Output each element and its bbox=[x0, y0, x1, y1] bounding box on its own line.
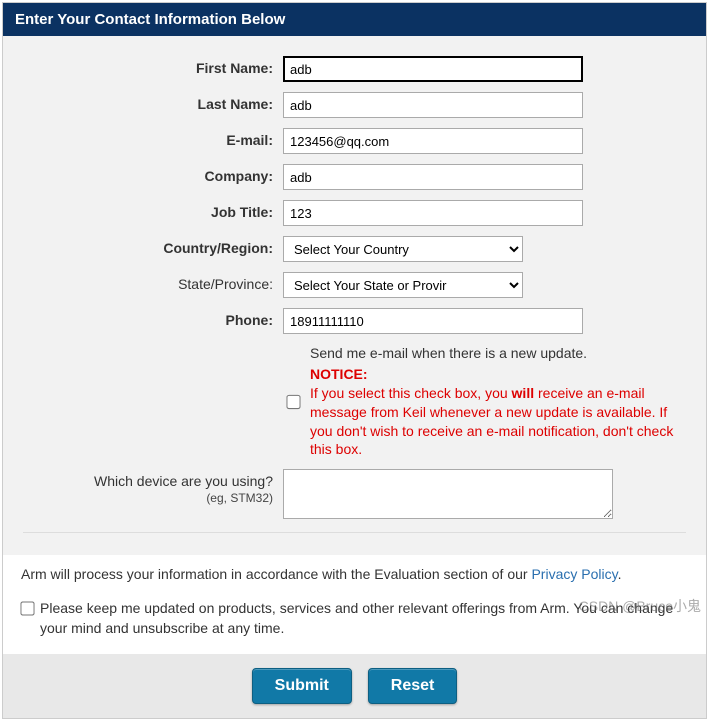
company-label: Company: bbox=[23, 164, 283, 184]
job-title-input[interactable] bbox=[283, 200, 583, 226]
email-update-label: Send me e-mail when there is a new updat… bbox=[310, 345, 587, 361]
first-name-label: First Name: bbox=[23, 56, 283, 76]
device-label: Which device are you using? (eg, STM32) bbox=[23, 469, 283, 505]
phone-label: Phone: bbox=[23, 308, 283, 328]
email-update-checkbox[interactable] bbox=[286, 343, 300, 462]
contact-form: First Name: Last Name: E-mail: Company: … bbox=[3, 36, 706, 555]
form-header: Enter Your Contact Information Below bbox=[3, 3, 706, 36]
notice-text: If you select this check box, you will r… bbox=[310, 384, 686, 460]
state-select[interactable]: Select Your State or Provir bbox=[283, 272, 523, 298]
email-input[interactable] bbox=[283, 128, 583, 154]
first-name-input[interactable] bbox=[283, 56, 583, 82]
submit-button[interactable]: Submit bbox=[252, 668, 352, 704]
reset-button[interactable]: Reset bbox=[368, 668, 458, 704]
company-input[interactable] bbox=[283, 164, 583, 190]
marketing-updates-checkbox[interactable] bbox=[20, 601, 34, 615]
marketing-updates-label: Please keep me updated on products, serv… bbox=[40, 599, 688, 638]
button-bar: Submit Reset bbox=[3, 654, 706, 718]
notice-heading: NOTICE: bbox=[310, 365, 686, 384]
privacy-policy-text: Arm will process your information in acc… bbox=[21, 565, 688, 585]
job-title-label: Job Title: bbox=[23, 200, 283, 220]
device-textarea[interactable] bbox=[283, 469, 613, 519]
privacy-policy-link[interactable]: Privacy Policy bbox=[531, 566, 617, 582]
country-label: Country/Region: bbox=[23, 236, 283, 256]
last-name-label: Last Name: bbox=[23, 92, 283, 112]
divider bbox=[23, 532, 686, 533]
policy-section: Arm will process your information in acc… bbox=[3, 555, 706, 654]
country-select[interactable]: Select Your Country bbox=[283, 236, 523, 262]
email-label: E-mail: bbox=[23, 128, 283, 148]
last-name-input[interactable] bbox=[283, 92, 583, 118]
phone-input[interactable] bbox=[283, 308, 583, 334]
state-label: State/Province: bbox=[23, 272, 283, 292]
